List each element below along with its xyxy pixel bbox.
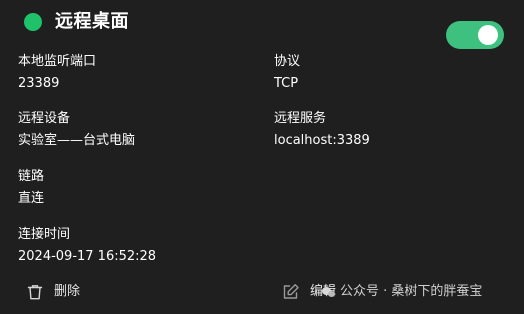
field-value: localhost:3389 [274,133,370,148]
field-label: 远程设备 [18,111,71,126]
field-link: 链路 直连 [18,168,44,208]
field-label: 协议 [274,54,301,69]
field-remote-device: 远程设备 实验室——台式电脑 [18,110,135,150]
trash-icon [26,283,44,301]
card-title: 远程桌面 [55,11,129,32]
field-label: 链路 [18,169,45,184]
wechat-logo-icon [322,286,336,298]
field-label: 连接时间 [18,227,71,242]
delete-label: 删除 [54,284,81,299]
field-label: 远程服务 [274,111,327,126]
field-value: 直连 [18,191,45,206]
field-local-port: 本地监听端口 23389 [18,53,96,93]
edit-icon [282,283,300,301]
field-remote-service: 远程服务 localhost:3389 [274,110,370,150]
remote-desktop-card: 远程桌面 本地监听端口 23389 协议 TCP 远程设备 实验室——台式电脑 … [0,0,524,314]
field-value: 23389 [18,76,60,91]
status-indicator [24,13,42,31]
watermark-text: 公众号 · 桑树下的胖蚕宝 [340,284,483,299]
card-header: 远程桌面 [24,10,129,34]
field-value: TCP [274,76,299,91]
field-connect-time: 连接时间 2024-09-17 16:52:28 [18,226,156,266]
delete-button[interactable]: 删除 [26,282,80,302]
field-value: 实验室——台式电脑 [18,133,136,148]
watermark: 公众号 · 桑树下的胖蚕宝 [322,282,482,302]
field-protocol: 协议 TCP [274,53,300,93]
enable-toggle[interactable] [446,21,504,49]
toggle-knob [478,25,498,45]
field-value: 2024-09-17 16:52:28 [18,249,157,264]
field-label: 本地监听端口 [18,54,97,69]
